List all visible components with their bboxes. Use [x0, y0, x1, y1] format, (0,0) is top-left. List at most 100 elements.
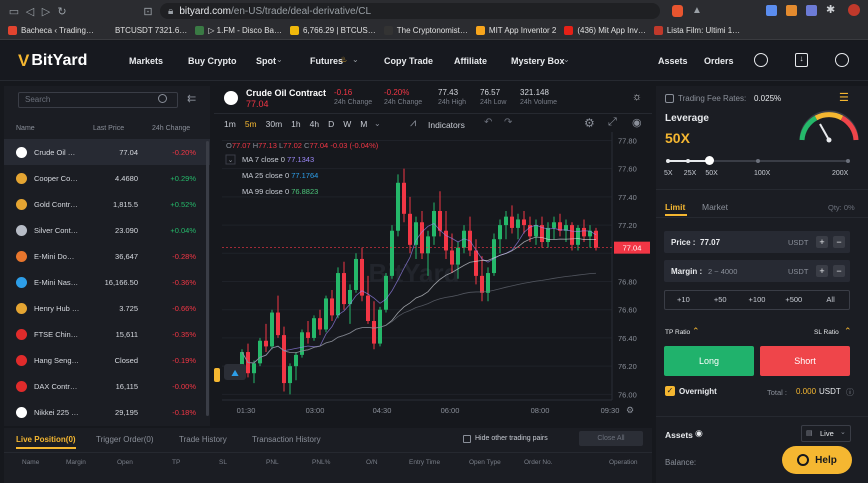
price-increment-button[interactable]: +	[816, 236, 828, 248]
tp-expand-icon[interactable]: ⌃	[692, 326, 700, 337]
hide-pairs-checkbox[interactable]	[463, 435, 471, 443]
extension-icon-2[interactable]	[806, 5, 817, 16]
sidebar-toggle-icon[interactable]: ▭	[6, 5, 22, 18]
market-row[interactable]: E-Mini Do… 36,647 -0.28%	[4, 243, 210, 269]
col-change-header[interactable]: 24h Change	[152, 125, 190, 132]
download-icon[interactable]: ↓	[795, 53, 808, 67]
reload-icon[interactable]: ↻	[54, 5, 70, 18]
leverage-mark[interactable]	[756, 159, 760, 163]
margin-decrement-button[interactable]: −	[833, 265, 845, 277]
profile-avatar[interactable]	[848, 4, 860, 16]
extension-icon[interactable]	[786, 5, 797, 16]
tab-live-position[interactable]: Live Position(0)	[16, 435, 76, 444]
quick-amount-button[interactable]: +50	[702, 291, 739, 309]
market-row[interactable]: Nikkei 225 … 29,195 -0.18%	[4, 399, 210, 425]
price-decrement-button[interactable]: −	[833, 236, 845, 248]
puzzle-icon[interactable]: ✱	[826, 3, 835, 16]
quick-amount-button[interactable]: All	[812, 291, 849, 309]
quick-amount-button[interactable]: +500	[775, 291, 812, 309]
nav-copy-trade[interactable]: Copy Trade	[384, 56, 433, 66]
market-row[interactable]: Cooper Co… 4.4680 +0.29%	[4, 165, 210, 191]
undo-icon[interactable]: ↶	[484, 117, 492, 128]
col-name-header[interactable]: Name	[16, 125, 35, 132]
tab-overview-icon[interactable]: ⊡	[140, 5, 156, 18]
short-button[interactable]: Short	[760, 346, 850, 376]
tab-market[interactable]: Market	[702, 202, 728, 212]
tab-limit[interactable]: Limit	[665, 202, 685, 212]
collapse-sidebar-icon[interactable]: ⇇	[187, 92, 196, 105]
user-icon[interactable]	[754, 53, 768, 67]
search-input[interactable]: Search	[18, 92, 178, 108]
bookmark-item[interactable]: ▷ 1.FM - Disco Ba…	[195, 26, 282, 35]
long-button[interactable]: Long	[664, 346, 754, 376]
tab-trade-history[interactable]: Trade History	[179, 435, 227, 444]
nav-spot[interactable]: Spot	[256, 56, 276, 66]
settings-gear-icon[interactable]: ⚙	[584, 116, 595, 130]
bityard-logo[interactable]: V BitYard	[18, 51, 87, 71]
quick-amount-button[interactable]: +100	[739, 291, 776, 309]
back-icon[interactable]: ◁	[22, 5, 38, 18]
tab-trigger-order[interactable]: Trigger Order(0)	[96, 435, 154, 444]
translate-icon[interactable]	[766, 5, 777, 16]
interval-D[interactable]: D	[328, 119, 334, 129]
nav-affiliate[interactable]: Affiliate	[454, 56, 487, 66]
bookmark-item[interactable]: BTCUSDT 7321.6…	[101, 26, 187, 35]
scroll-handle[interactable]	[214, 368, 220, 382]
nav-futures[interactable]: Futures	[310, 56, 343, 66]
market-row[interactable]: Hang Seng… Closed -0.19%	[4, 347, 210, 373]
chevron-down-icon[interactable]: ⌄	[374, 119, 381, 128]
fullscreen-icon[interactable]: ⤢	[608, 116, 617, 129]
forward-icon[interactable]: ▷	[38, 5, 54, 18]
indicators-button[interactable]: Indicators	[428, 120, 465, 130]
redo-icon[interactable]: ↷	[504, 117, 512, 128]
sidebar-scrollbar[interactable]	[206, 141, 209, 416]
brave-shield-icon[interactable]	[672, 5, 683, 17]
bookmark-item[interactable]: (436) Mit App Inv…	[564, 26, 646, 35]
bookmark-item[interactable]: MIT App Inventor 2	[475, 26, 556, 35]
market-row[interactable]: Henry Hub … 3.725 -0.66%	[4, 295, 210, 321]
close-all-button[interactable]: Close All	[579, 431, 643, 446]
eye-icon[interactable]: ◉	[695, 428, 703, 439]
leverage-mark[interactable]	[685, 159, 690, 163]
sl-expand-icon[interactable]: ⌃	[844, 326, 852, 337]
margin-input[interactable]: 2 ~ 4000	[708, 267, 737, 276]
margin-increment-button[interactable]: +	[816, 265, 828, 277]
nav-buy-crypto[interactable]: Buy Crypto	[188, 56, 237, 66]
interval-1m[interactable]: 1m	[224, 119, 236, 129]
address-bar[interactable]: 🔒︎ bityard.com/en-US/trade/deal-derivati…	[160, 3, 660, 19]
globe-icon[interactable]	[835, 53, 849, 67]
market-row[interactable]: Silver Cont… 23.090 +0.04%	[4, 217, 210, 243]
camera-icon[interactable]: ◉	[632, 116, 642, 129]
bookmark-item[interactable]: Bacheca ‹ Trading…	[8, 26, 94, 35]
nav-mystery-box[interactable]: Mystery Box	[511, 56, 565, 66]
market-row[interactable]: E-Mini Nas… 16,166.50 -0.36%	[4, 269, 210, 295]
indicators-icon[interactable]: ⩘	[410, 117, 416, 130]
leverage-slider-thumb[interactable]	[704, 156, 714, 165]
col-price-header[interactable]: Last Price	[93, 125, 124, 132]
nav-orders[interactable]: Orders	[704, 56, 734, 66]
market-row[interactable]: DAX Contr… 16,115 -0.00%	[4, 373, 210, 399]
tab-transaction-history[interactable]: Transaction History	[252, 435, 321, 444]
rewards-icon[interactable]: ▲	[692, 5, 702, 16]
leverage-mark[interactable]	[846, 159, 850, 163]
market-row[interactable]: FTSE Chin… 15,611 -0.35%	[4, 321, 210, 347]
interval-4h[interactable]: 4h	[310, 119, 319, 129]
price-input[interactable]: 77.07	[700, 238, 720, 247]
market-row[interactable]: Crude Oil … 77.04 -0.20%	[4, 139, 210, 165]
search-icon[interactable]	[158, 94, 167, 103]
quick-amount-button[interactable]: +10	[665, 291, 702, 309]
theme-sun-icon[interactable]: ☼	[632, 91, 642, 103]
market-row[interactable]: Gold Contr… 1,815.5 +0.52%	[4, 191, 210, 217]
interval-5m[interactable]: 5m	[245, 119, 257, 129]
settings-sliders-icon[interactable]: ☰	[839, 91, 849, 104]
overnight-checkbox[interactable]: ✓	[665, 386, 675, 396]
bookmark-item[interactable]: Lista Film: Ultimi 1…	[653, 26, 740, 35]
interval-M[interactable]: M	[360, 119, 367, 129]
interval-30m[interactable]: 30m	[266, 119, 283, 129]
bookmark-item[interactable]: The Cryptonomist…	[383, 26, 468, 35]
info-icon[interactable]: ⓘ	[846, 387, 854, 398]
bookmark-item[interactable]: 6,766.29 | BTCUS…	[289, 26, 376, 35]
candlestick-chart[interactable]: BitYard 77.04 77.80 77.60 77.40 77.20 76.80 76.…	[214, 132, 652, 426]
ticker-name[interactable]: Crude Oil Contract	[246, 88, 326, 98]
leverage-mark[interactable]	[666, 159, 670, 163]
